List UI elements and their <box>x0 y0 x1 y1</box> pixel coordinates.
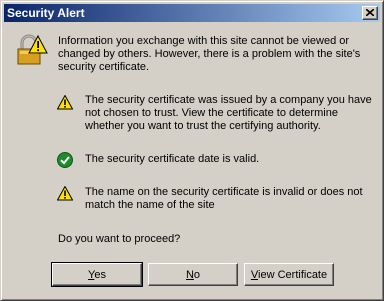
check-icon <box>57 152 73 168</box>
title-bar[interactable]: Security Alert <box>4 4 380 22</box>
yes-label: es <box>94 268 106 281</box>
security-alert-dialog: Security Alert Information you exchange … <box>0 0 384 301</box>
intro-text: Information you exchange with this site … <box>58 35 361 73</box>
certificate-name-warning: The name on the security certificate is … <box>85 186 363 211</box>
warning-icon <box>57 186 73 201</box>
no-mnemonic: N <box>185 268 194 281</box>
no-button[interactable]: No <box>148 263 238 286</box>
certificate-trust-warning: The security certificate was issued by a… <box>85 94 372 132</box>
no-label: o <box>193 268 201 281</box>
certificate-date-status: The security certificate date is valid. <box>85 153 260 165</box>
close-button[interactable] <box>362 6 378 20</box>
close-icon <box>366 9 374 16</box>
proceed-question: Do you want to proceed? <box>58 233 181 245</box>
warning-icon <box>57 95 73 110</box>
view-certificate-mnemonic: V <box>250 268 259 281</box>
dialog-title: Security Alert <box>7 6 85 20</box>
padlock-warning-icon <box>17 34 48 65</box>
view-certificate-button[interactable]: View Certificate <box>244 263 334 286</box>
view-certificate-label: iew Certificate <box>258 268 328 281</box>
yes-button[interactable]: Yes <box>51 262 143 287</box>
